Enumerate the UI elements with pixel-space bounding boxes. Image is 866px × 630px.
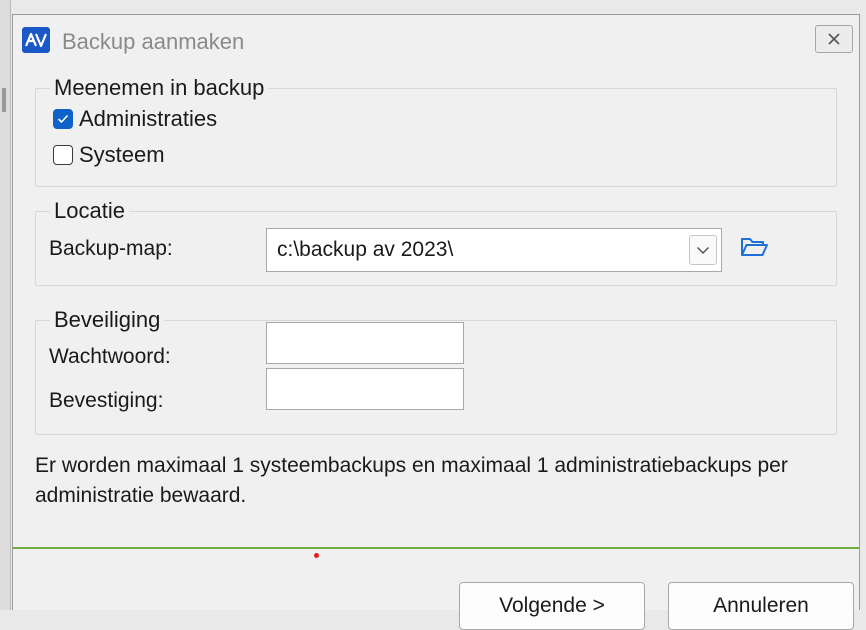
checkmark-icon <box>57 114 69 124</box>
close-icon <box>828 33 840 45</box>
backup-dialog: Backup aanmaken Meenemen in backup Admin… <box>12 14 860 630</box>
include-group-legend: Meenemen in backup <box>54 75 265 100</box>
app-logo-icon <box>22 27 50 53</box>
password-label: Wachtwoord: <box>49 345 171 368</box>
backup-map-dropdown-button[interactable] <box>689 235 717 265</box>
backup-map-value: c:\backup av 2023\ <box>277 238 454 261</box>
security-group-legend: Beveiliging <box>54 307 161 332</box>
next-button[interactable]: Volgende > <box>459 582 645 630</box>
title-bar: Backup aanmaken <box>13 15 859 67</box>
confirm-input[interactable] <box>266 368 464 410</box>
retention-info-text: Er worden maximaal 1 systeembackups en m… <box>35 454 788 507</box>
confirm-label: Bevestiging: <box>49 389 164 412</box>
close-button[interactable] <box>815 25 853 53</box>
administraties-checkbox-row[interactable]: Administraties <box>53 106 217 132</box>
folder-open-icon <box>741 238 768 256</box>
administraties-checkbox[interactable] <box>53 109 73 129</box>
password-input[interactable] <box>266 322 464 364</box>
chevron-down-icon <box>696 246 710 254</box>
background-marker <box>2 88 6 112</box>
cancel-button[interactable]: Annuleren <box>668 582 854 630</box>
window-title: Backup aanmaken <box>62 29 245 54</box>
administraties-label: Administraties <box>79 106 218 131</box>
red-dot-marker <box>314 553 319 558</box>
backup-map-label: Backup-map: <box>49 237 173 260</box>
browse-folder-button[interactable] <box>736 229 772 265</box>
systeem-label: Systeem <box>79 142 165 167</box>
backup-map-combobox[interactable]: c:\backup av 2023\ <box>266 228 722 272</box>
footer-separator <box>13 547 859 549</box>
systeem-checkbox-row[interactable]: Systeem <box>53 142 165 168</box>
systeem-checkbox[interactable] <box>53 145 73 165</box>
location-group-legend: Locatie <box>54 198 125 223</box>
background-window-edge <box>0 0 11 610</box>
